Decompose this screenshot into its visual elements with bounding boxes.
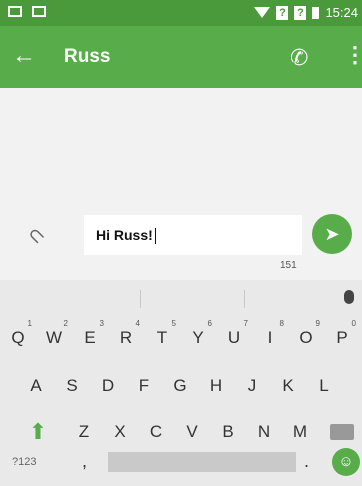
battery-icon (312, 6, 320, 19)
period-key[interactable]: . (304, 438, 309, 484)
symbols-key[interactable]: ?123 (12, 438, 36, 486)
key-j[interactable]: J (234, 362, 270, 410)
key-t[interactable]: T5 (144, 314, 180, 362)
suggestion-divider (140, 290, 141, 308)
key-o[interactable]: O9 (288, 314, 324, 362)
key-u[interactable]: U7 (216, 314, 252, 362)
key-g[interactable]: G (162, 362, 198, 410)
conversation-title: Russ (64, 46, 111, 67)
key-y[interactable]: Y6 (180, 314, 216, 362)
key-l[interactable]: L (306, 362, 342, 410)
keyboard-row-1: Q1 W2 E3 R4 T5 Y6 U7 I8 O9 P0 (0, 314, 362, 362)
message-input[interactable]: Hi Russ! (84, 215, 302, 255)
char-counter: 151 (280, 260, 297, 271)
status-bar: ? ? 15:24 (0, 0, 362, 26)
status-time: 15:24 (325, 5, 358, 20)
keyboard: Q1 W2 E3 R4 T5 Y6 U7 I8 O9 P0 A S D F G … (0, 280, 362, 486)
app-toolbar: ← Russ ✆ ⋮ (0, 26, 362, 88)
key-k[interactable]: K (270, 362, 306, 410)
message-input-value: Hi Russ! (96, 227, 156, 245)
status-left (8, 6, 46, 17)
key-d[interactable]: D (90, 362, 126, 410)
key-r[interactable]: R4 (108, 314, 144, 362)
send-button[interactable]: ➤ (312, 214, 352, 254)
space-bar[interactable] (108, 452, 296, 472)
key-s[interactable]: S (54, 362, 90, 410)
suggestion-strip (0, 280, 362, 316)
key-p[interactable]: P0 (324, 314, 360, 362)
paperclip-icon[interactable]: ⊂ (22, 221, 52, 251)
send-icon: ➤ (324, 224, 340, 244)
signal-unknown-icon: ? (276, 5, 289, 20)
wifi-icon (254, 7, 271, 18)
key-h[interactable]: H (198, 362, 234, 410)
key-e[interactable]: E3 (72, 314, 108, 362)
back-arrow-icon[interactable]: ← (12, 42, 36, 70)
emoji-icon[interactable]: ☺ (332, 448, 360, 476)
key-f[interactable]: F (126, 362, 162, 410)
more-vert-icon[interactable]: ⋮ (344, 42, 362, 68)
status-right: ? ? 15:24 (254, 5, 358, 20)
key-q[interactable]: Q1 (0, 314, 36, 362)
signal-unknown-icon-2: ? (294, 5, 307, 20)
keyboard-row-2: A S D F G H J K L (0, 362, 362, 410)
image-notification-icon (32, 6, 46, 17)
phone-icon[interactable]: ✆ (290, 45, 308, 71)
key-w[interactable]: W2 (36, 314, 72, 362)
keyboard-row-4: ?123 , . ☺ (0, 438, 362, 486)
key-a[interactable]: A (18, 362, 54, 410)
compose-bar: ⊂ Hi Russ! 151 ➤ (0, 208, 362, 280)
key-i[interactable]: I8 (252, 314, 288, 362)
comma-key[interactable]: , (82, 438, 87, 484)
notification-icon (8, 6, 22, 17)
conversation-area[interactable] (0, 88, 362, 208)
